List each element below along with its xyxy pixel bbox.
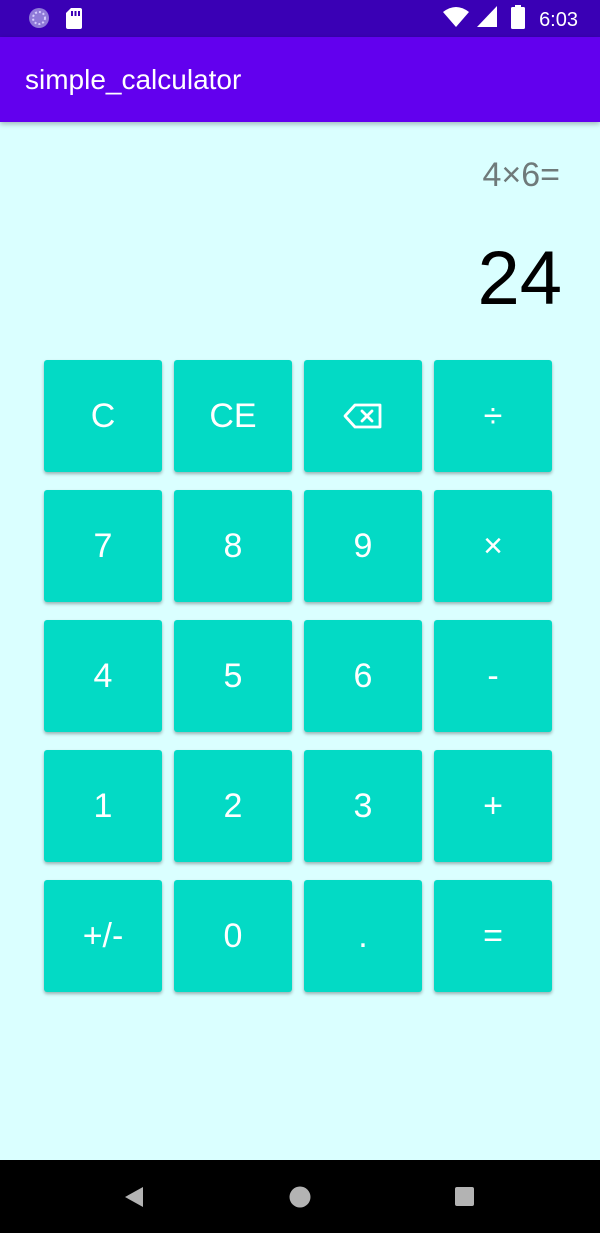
app-bar: simple_calculator <box>0 37 600 122</box>
sd-card-icon <box>66 7 82 34</box>
digit-8-button[interactable]: 8 <box>174 490 292 602</box>
backspace-button[interactable] <box>304 360 422 472</box>
multiply-button[interactable]: × <box>434 490 552 602</box>
clear-entry-button[interactable]: CE <box>174 360 292 472</box>
decimal-button[interactable]: . <box>304 880 422 992</box>
status-bar: 6:03 <box>0 0 600 37</box>
equals-button[interactable]: = <box>434 880 552 992</box>
recents-icon[interactable] <box>455 1187 474 1211</box>
digit-4-button[interactable]: 4 <box>44 620 162 732</box>
signal-icon <box>477 6 498 33</box>
clear-button[interactable]: C <box>44 360 162 472</box>
divide-button[interactable]: ÷ <box>434 360 552 472</box>
battery-icon <box>511 5 526 34</box>
result-display: 24 <box>477 236 562 321</box>
digit-7-button[interactable]: 7 <box>44 490 162 602</box>
digit-9-button[interactable]: 9 <box>304 490 422 602</box>
status-left-icons <box>28 7 82 34</box>
subtract-button[interactable]: - <box>434 620 552 732</box>
home-icon[interactable] <box>289 1186 311 1213</box>
add-button[interactable]: + <box>434 750 552 862</box>
lens-notification-icon <box>28 7 50 34</box>
toggle-sign-button[interactable]: +/- <box>44 880 162 992</box>
keypad: C CE ÷ 7 8 9 × 4 5 6 - 1 2 3 + +/- 0 . = <box>44 360 552 992</box>
status-right-icons: 6:03 <box>443 5 578 34</box>
digit-2-button[interactable]: 2 <box>174 750 292 862</box>
wifi-icon <box>443 6 470 33</box>
status-time: 6:03 <box>539 8 578 31</box>
digit-3-button[interactable]: 3 <box>304 750 422 862</box>
digit-6-button[interactable]: 6 <box>304 620 422 732</box>
backspace-icon <box>343 403 383 429</box>
digit-5-button[interactable]: 5 <box>174 620 292 732</box>
app-title: simple_calculator <box>25 64 242 95</box>
navigation-bar <box>0 1160 600 1233</box>
back-icon[interactable] <box>124 1186 144 1213</box>
digit-1-button[interactable]: 1 <box>44 750 162 862</box>
digit-0-button[interactable]: 0 <box>174 880 292 992</box>
expression-display: 4×6= <box>482 156 560 194</box>
